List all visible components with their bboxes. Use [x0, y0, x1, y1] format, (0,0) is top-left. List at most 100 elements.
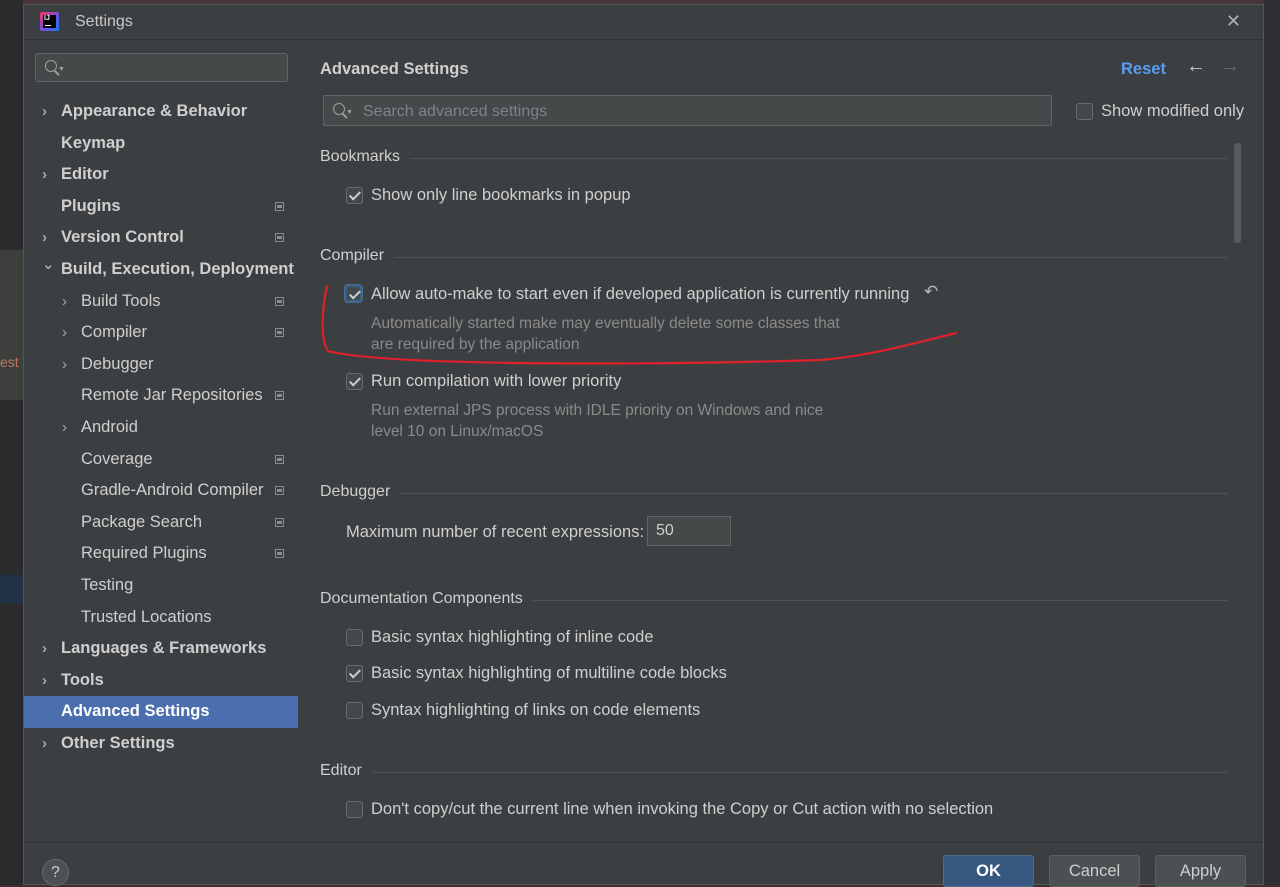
sidebar-item-label: Editor	[61, 165, 109, 184]
sidebar-item[interactable]: › Languages & Frameworks	[24, 633, 298, 665]
show-modified-checkbox[interactable]	[1076, 103, 1093, 120]
background-code-fragment: est	[0, 354, 19, 370]
sidebar-item-label: Trusted Locations	[81, 607, 212, 626]
project-level-icon	[275, 201, 284, 211]
chevron-down-icon[interactable]: ⌄	[42, 249, 55, 281]
auto-make-description: Automatically started make may eventuall…	[371, 315, 840, 332]
revert-icon[interactable]: ↶	[924, 282, 938, 302]
help-icon[interactable]: ?	[42, 859, 69, 886]
sidebar-item-label: Debugger	[81, 354, 154, 373]
chevron-right-icon[interactable]: ›	[42, 728, 47, 760]
page-title: Advanced Settings	[320, 60, 469, 78]
inline-code-checkbox[interactable]	[346, 629, 363, 646]
advanced-search-field[interactable]: ▼	[323, 95, 1052, 127]
chevron-right-icon[interactable]: ›	[62, 317, 67, 349]
chevron-right-icon[interactable]: ›	[42, 96, 47, 128]
sidebar-item[interactable]: Advanced Settings	[24, 696, 298, 728]
advanced-search-input[interactable]	[361, 96, 1045, 127]
section-title: Editor	[320, 762, 372, 780]
forward-arrow-icon[interactable]: →	[1220, 55, 1240, 78]
search-options-icon[interactable]: ▼	[58, 66, 65, 73]
links-highlight-checkbox[interactable]	[346, 702, 363, 719]
max-recent-label: Maximum number of recent expressions:	[346, 523, 645, 541]
sidebar-item-label: Gradle-Android Compiler	[81, 481, 264, 500]
auto-make-label[interactable]: Allow auto-make to start even if develop…	[371, 285, 909, 304]
sidebar-item[interactable]: › Editor	[24, 159, 298, 191]
chevron-right-icon[interactable]: ›	[42, 665, 47, 697]
sidebar-item[interactable]: Trusted Locations	[24, 602, 298, 634]
background-highlight	[0, 250, 23, 400]
sidebar-search-input[interactable]: ▼	[35, 53, 288, 82]
reset-link[interactable]: Reset	[1121, 60, 1166, 79]
chevron-right-icon[interactable]: ›	[42, 159, 47, 191]
sidebar-item-label: Appearance & Behavior	[61, 102, 248, 120]
sidebar-item[interactable]: Required Plugins	[24, 538, 298, 570]
sidebar-item[interactable]: › Compiler	[24, 317, 298, 349]
scrollbar-thumb[interactable]	[1234, 143, 1241, 243]
sidebar-item[interactable]: › Appearance & Behavior	[24, 96, 298, 128]
sidebar-item[interactable]: › Android	[24, 412, 298, 444]
sidebar-item-label: Compiler	[81, 323, 148, 342]
chevron-right-icon[interactable]: ›	[42, 633, 47, 665]
sidebar-item-label: Advanced Settings	[61, 702, 210, 721]
sidebar-item[interactable]: › Version Control	[24, 222, 298, 254]
project-level-icon	[275, 296, 284, 306]
links-highlight-label[interactable]: Syntax highlighting of links on code ele…	[371, 701, 700, 720]
section-documentation: Documentation Components	[320, 590, 1228, 610]
sidebar-item[interactable]: › Build Tools	[24, 286, 298, 318]
project-level-icon	[275, 328, 284, 338]
sidebar-item[interactable]: Plugins	[24, 191, 298, 223]
sidebar-item-label: Package Search	[81, 512, 203, 531]
sidebar-item[interactable]: Package Search	[24, 507, 298, 539]
sidebar-item-label: Keymap	[61, 133, 126, 152]
sidebar-item[interactable]: Keymap	[24, 128, 298, 160]
max-recent-input[interactable]: 50	[647, 516, 731, 546]
sidebar-item-label: Build Tools	[81, 291, 161, 310]
chevron-right-icon[interactable]: ›	[62, 286, 67, 318]
background-editor-right	[1264, 0, 1280, 885]
sidebar-item[interactable]: Coverage	[24, 444, 298, 476]
section-divider	[320, 257, 1228, 258]
search-options-icon[interactable]: ▼	[346, 109, 353, 116]
search-icon	[45, 60, 57, 72]
auto-make-description: are required by the application	[371, 336, 580, 353]
copy-cut-line-checkbox[interactable]	[346, 801, 363, 818]
chevron-right-icon[interactable]: ›	[62, 412, 67, 444]
cancel-button[interactable]: Cancel	[1049, 855, 1140, 887]
sidebar-item-label: Testing	[81, 575, 134, 594]
section-divider	[320, 493, 1228, 494]
copy-cut-line-label[interactable]: Don't copy/cut the current line when inv…	[371, 800, 993, 819]
ok-button[interactable]: OK	[943, 855, 1034, 887]
section-title: Compiler	[320, 247, 395, 265]
advanced-settings-panel: Advanced Settings Reset ← → ▼ Show modif…	[298, 40, 1263, 843]
apply-button[interactable]: Apply	[1155, 855, 1246, 887]
show-modified-label[interactable]: Show modified only	[1101, 102, 1244, 121]
sidebar-item[interactable]: › Tools	[24, 665, 298, 697]
sidebar-item-label: Other Settings	[61, 733, 175, 752]
lower-priority-checkbox[interactable]	[346, 373, 363, 390]
lower-priority-label[interactable]: Run compilation with lower priority	[371, 372, 621, 391]
chevron-right-icon[interactable]: ›	[62, 349, 67, 381]
project-level-icon	[275, 391, 284, 401]
sidebar-item-label: Build, Execution, Deployment	[61, 259, 294, 278]
section-debugger: Debugger	[320, 483, 1228, 503]
window-title: Settings	[75, 13, 133, 30]
sidebar-item[interactable]: Gradle-Android Compiler	[24, 475, 298, 507]
sidebar-item[interactable]: › Debugger	[24, 349, 298, 381]
multiline-code-checkbox[interactable]	[346, 665, 363, 682]
sidebar-item[interactable]: ⌄ Build, Execution, Deployment	[24, 254, 298, 286]
sidebar-item[interactable]: Testing	[24, 570, 298, 602]
search-icon	[333, 103, 345, 115]
bookmarks-popup-label[interactable]: Show only line bookmarks in popup	[371, 186, 631, 205]
multiline-code-label[interactable]: Basic syntax highlighting of multiline c…	[371, 664, 727, 683]
auto-make-checkbox[interactable]	[345, 285, 362, 302]
bookmarks-popup-checkbox[interactable]	[346, 187, 363, 204]
sidebar-item[interactable]: › Other Settings	[24, 728, 298, 760]
section-title: Documentation Components	[320, 590, 533, 608]
inline-code-label[interactable]: Basic syntax highlighting of inline code	[371, 628, 654, 647]
sidebar-item[interactable]: Remote Jar Repositories	[24, 380, 298, 412]
close-icon[interactable]: ✕	[1226, 11, 1241, 32]
project-level-icon	[275, 549, 284, 559]
sidebar-item-label: Android	[81, 417, 138, 436]
back-arrow-icon[interactable]: ←	[1186, 55, 1206, 78]
